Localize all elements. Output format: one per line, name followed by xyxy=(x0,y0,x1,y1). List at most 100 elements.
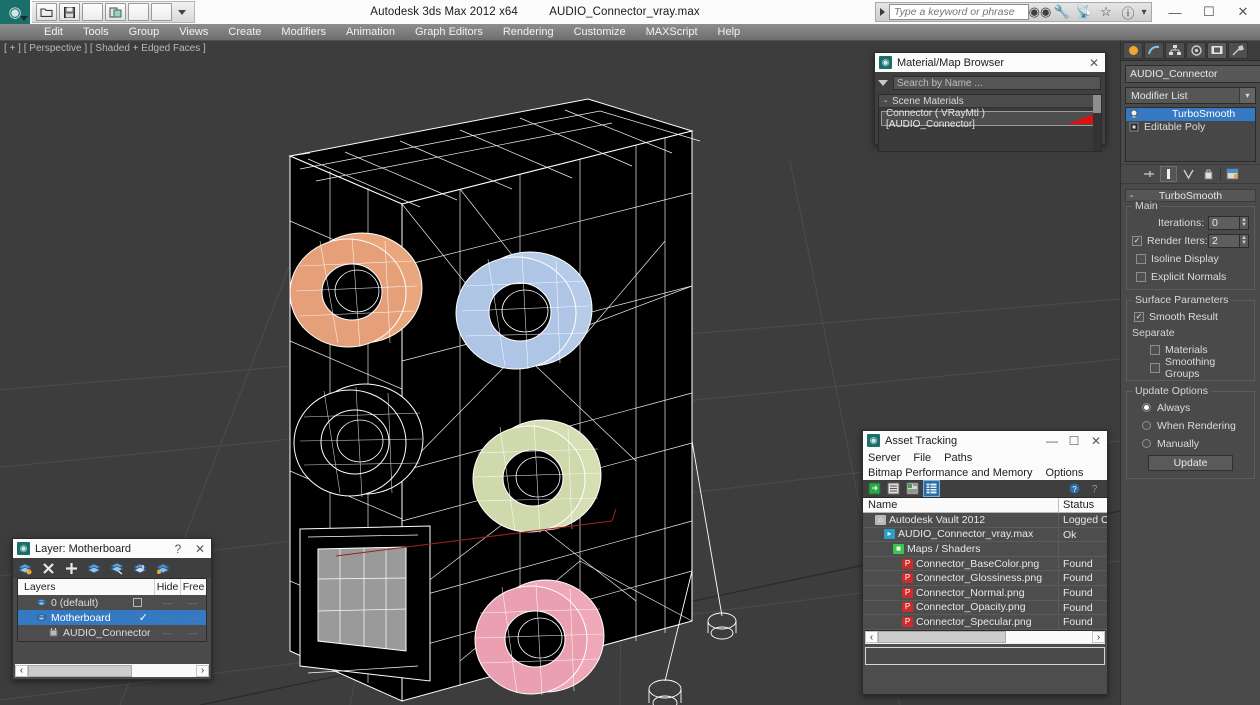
layer-help-button[interactable]: ? xyxy=(167,539,189,558)
minimize-button[interactable]: — xyxy=(1158,0,1192,24)
wrench-icon[interactable]: 🔧 xyxy=(1051,3,1073,21)
add-selection-icon[interactable] xyxy=(133,561,147,575)
table-row[interactable]: P Connector_Normal.png Found xyxy=(863,585,1107,601)
menu-rendering[interactable]: Rendering xyxy=(493,24,564,41)
lightbulb-icon[interactable] xyxy=(1129,109,1139,119)
configure-sets-icon[interactable] xyxy=(1224,166,1241,182)
modifier-stack[interactable]: TurboSmooth Editable Poly xyxy=(1125,107,1256,162)
redo-button[interactable] xyxy=(128,3,149,21)
chevron-down-icon[interactable]: ▾ xyxy=(1239,88,1255,103)
help-icon[interactable]: ? xyxy=(1087,481,1102,496)
render-iters-spinner[interactable]: 2 ▲ ▼ xyxy=(1208,233,1249,248)
column-header-layers[interactable]: Layers xyxy=(18,579,154,595)
asset-menu-file[interactable]: File xyxy=(913,452,931,464)
help-icon[interactable]: ⓘ xyxy=(1117,3,1139,21)
hierarchy-tab[interactable] xyxy=(1165,42,1185,59)
column-header-name[interactable]: Name xyxy=(863,498,1059,512)
detail-icon[interactable] xyxy=(905,481,920,496)
layer-freeze-cell[interactable]: — xyxy=(180,613,206,623)
scrollbar-thumb[interactable] xyxy=(1093,95,1101,113)
smooth-result-checkbox[interactable]: ✓ xyxy=(1134,311,1144,322)
close-button[interactable]: ✕ xyxy=(1226,0,1260,24)
binoculars-icon[interactable]: ◉◉ xyxy=(1029,3,1052,21)
select-highlight-icon[interactable] xyxy=(110,561,124,575)
list-item[interactable]: 0 (default) — — xyxy=(18,595,206,610)
object-name-input[interactable] xyxy=(1125,65,1260,83)
update-manually-radio[interactable] xyxy=(1142,439,1151,448)
menu-edit[interactable]: Edit xyxy=(34,24,73,41)
asset-menu-paths[interactable]: Paths xyxy=(944,452,972,464)
update-when-rendering-radio[interactable] xyxy=(1142,421,1151,430)
menu-graph-editors[interactable]: Graph Editors xyxy=(405,24,493,41)
layer-active-checkbox[interactable] xyxy=(133,598,142,607)
list-item[interactable]: AUDIO_Connector — — xyxy=(18,625,206,640)
open-file-button[interactable] xyxy=(36,3,57,21)
satellite-icon[interactable]: 📡 xyxy=(1073,3,1095,21)
explicit-normals-row[interactable]: Explicit Normals xyxy=(1136,269,1249,284)
collapse-icon[interactable]: - xyxy=(884,95,892,108)
render-setup-button[interactable] xyxy=(105,3,126,21)
asset-maximize-button[interactable]: ☐ xyxy=(1063,431,1085,450)
logo-dropdown-arrow-icon[interactable] xyxy=(20,16,28,21)
scrollbar-track[interactable] xyxy=(28,664,196,677)
layer-props-icon[interactable] xyxy=(156,561,170,575)
menu-views[interactable]: Views xyxy=(169,24,218,41)
smoothing-groups-row[interactable]: Smoothing Groups xyxy=(1150,356,1249,380)
menu-animation[interactable]: Animation xyxy=(336,24,405,41)
column-header-status[interactable]: Status xyxy=(1059,498,1107,512)
material-list-scrollbar[interactable] xyxy=(1093,95,1101,151)
infocenter-more-icon[interactable]: ▾ xyxy=(1139,7,1149,18)
menu-create[interactable]: Create xyxy=(218,24,271,41)
motion-tab[interactable] xyxy=(1186,42,1206,59)
infocenter-expand-icon[interactable] xyxy=(880,8,885,16)
spinner-arrows-icon[interactable]: ▲ ▼ xyxy=(1240,233,1249,248)
scroll-left-button[interactable]: ‹ xyxy=(15,664,28,677)
select-objects-icon[interactable] xyxy=(87,561,101,575)
scene-materials-group-header[interactable]: - Scene Materials xyxy=(879,95,1101,108)
app-logo-button[interactable]: ◉ xyxy=(0,0,30,24)
layer-freeze-cell[interactable]: — xyxy=(180,598,206,608)
show-end-result-icon[interactable] xyxy=(1160,166,1177,182)
update-always-row[interactable]: Always xyxy=(1142,400,1249,415)
table-row[interactable]: ▸ AUDIO_Connector_vray.max Ok xyxy=(863,527,1107,543)
iterations-value[interactable]: 0 xyxy=(1208,215,1240,230)
save-file-button[interactable] xyxy=(59,3,80,21)
search-input[interactable] xyxy=(889,4,1029,20)
asset-close-button[interactable]: ✕ xyxy=(1085,431,1107,450)
iterations-spinner[interactable]: 0 ▲ ▼ xyxy=(1208,215,1249,230)
maximize-button[interactable]: ☐ xyxy=(1192,0,1226,24)
smoothing-groups-checkbox[interactable] xyxy=(1150,362,1160,373)
menu-maxscript[interactable]: MAXScript xyxy=(636,24,708,41)
scroll-left-button[interactable]: ‹ xyxy=(865,631,878,644)
isoline-display-row[interactable]: Isoline Display xyxy=(1136,251,1249,266)
layer-explorer-window[interactable]: ◉ Layer: Motherboard ? ✕ Layers Hide Fre… xyxy=(12,538,212,680)
layer-hide-cell[interactable]: — xyxy=(154,613,180,623)
material-list-item[interactable]: Connector ( VRayMtl ) [AUDIO_Connector] xyxy=(881,108,1099,130)
scrollbar-track[interactable] xyxy=(878,631,1092,644)
delete-layer-icon[interactable] xyxy=(41,561,55,575)
isoline-display-checkbox[interactable] xyxy=(1136,253,1146,264)
menu-modifiers[interactable]: Modifiers xyxy=(271,24,336,41)
viewport-label[interactable]: [ + ] [ Perspective ] [ Shaded + Edged F… xyxy=(4,43,206,54)
update-manually-row[interactable]: Manually xyxy=(1142,436,1249,451)
list-icon[interactable] xyxy=(886,481,901,496)
asset-tracking-window[interactable]: ◉ Asset Tracking — ☐ ✕ Server File Paths… xyxy=(862,430,1108,695)
explicit-normals-checkbox[interactable] xyxy=(1136,271,1146,282)
remove-modifier-icon[interactable] xyxy=(1200,166,1217,182)
asset-menu-server[interactable]: Server xyxy=(868,452,900,464)
list-item[interactable]: Motherboard ✓ — — xyxy=(18,610,206,625)
column-header-hide[interactable]: Hide xyxy=(154,579,180,595)
update-button[interactable]: Update xyxy=(1148,455,1233,471)
layer-freeze-cell[interactable]: — xyxy=(180,628,206,638)
table-row[interactable]: P Connector_Specular.png Found xyxy=(863,615,1107,630)
menu-group[interactable]: Group xyxy=(119,24,170,41)
spinner-arrows-icon[interactable]: ▲ ▼ xyxy=(1240,215,1249,230)
render-iters-value[interactable]: 2 xyxy=(1208,233,1240,248)
chevron-down-icon[interactable] xyxy=(878,79,888,86)
scrollbar-thumb[interactable] xyxy=(28,664,133,677)
poly-icon[interactable] xyxy=(1129,122,1139,132)
layer-close-button[interactable]: ✕ xyxy=(189,539,211,558)
asset-minimize-button[interactable]: — xyxy=(1041,431,1063,450)
modifier-list-dropdown[interactable]: Modifier List ▾ xyxy=(1125,87,1256,104)
modifier-stack-item[interactable]: Editable Poly xyxy=(1126,121,1255,134)
